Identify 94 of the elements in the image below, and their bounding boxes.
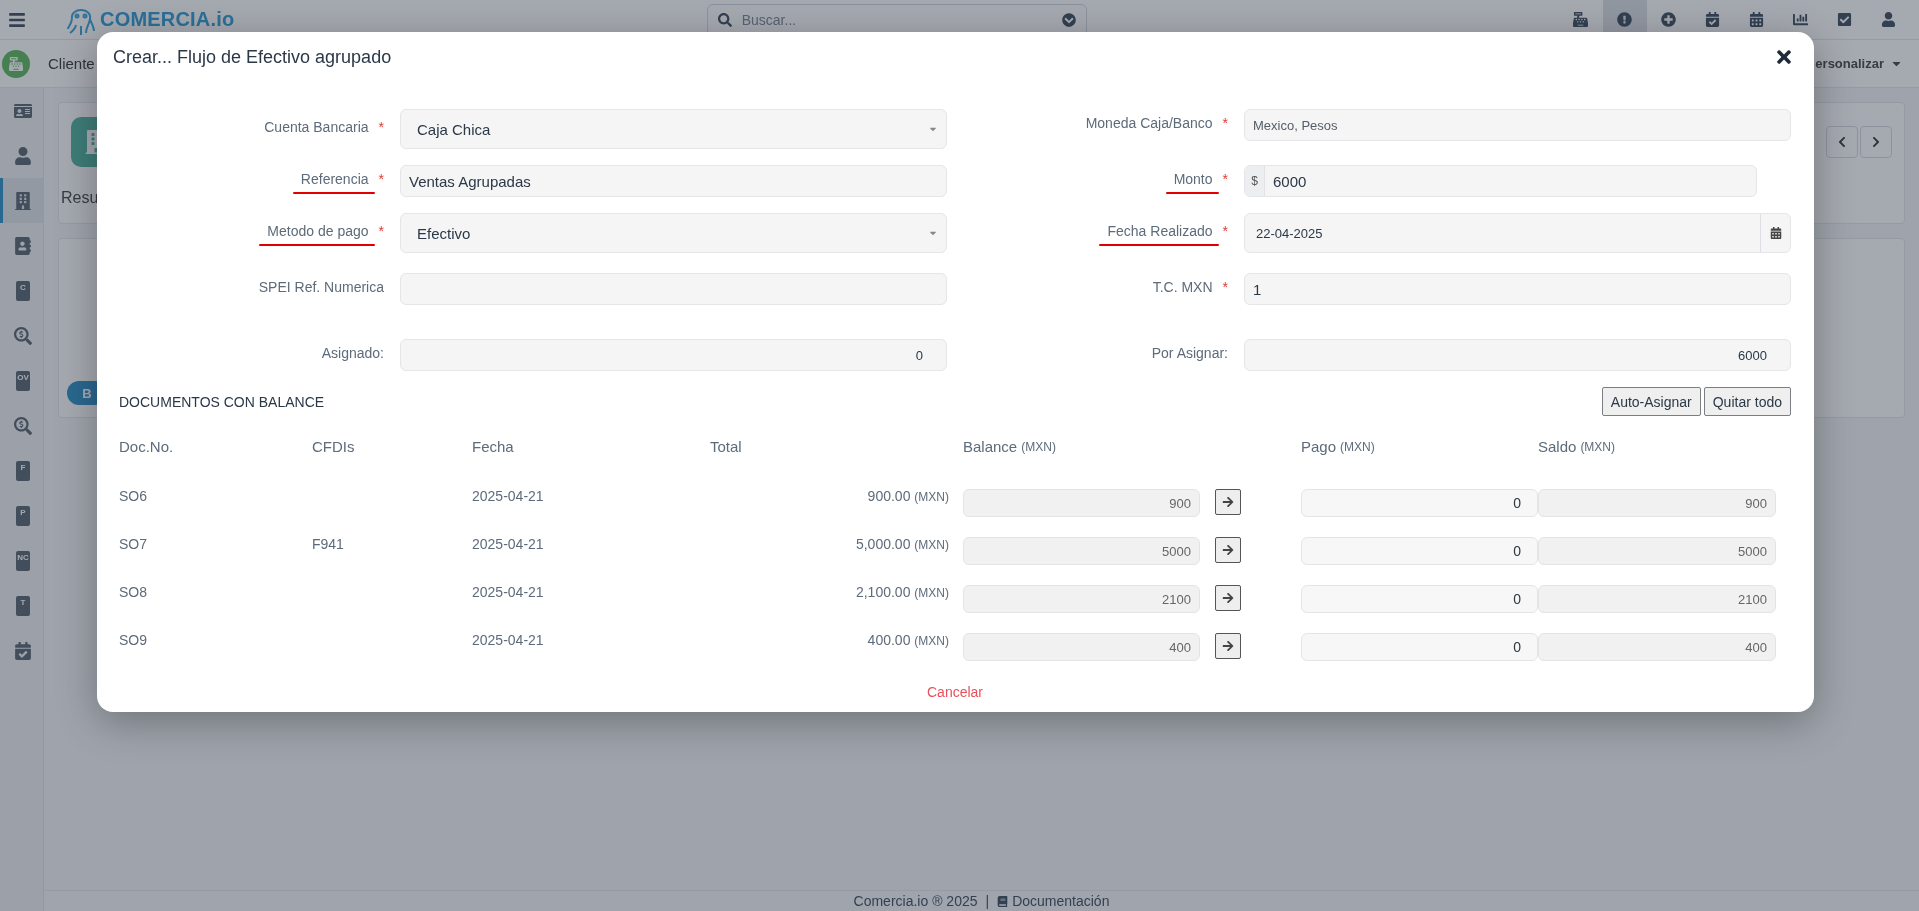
balance-field[interactable]: 900: [1538, 489, 1776, 517]
field-label: Por Asignar:: [1151, 345, 1228, 361]
cancel-link[interactable]: Cancelar: [927, 684, 983, 700]
sidebar-item[interactable]: P: [0, 493, 43, 538]
column-header: CFDIs: [312, 438, 356, 457]
chevron-right-icon: [1870, 136, 1882, 148]
menu-icon[interactable]: [8, 10, 26, 29]
book-icon: [997, 895, 1009, 907]
input-field[interactable]: 0: [400, 339, 947, 371]
field-label: Metodo de pago: [267, 223, 369, 239]
required-asterisk: *: [1222, 171, 1228, 187]
input-field[interactable]: [400, 273, 947, 305]
table-cell-text: SO7: [119, 535, 148, 554]
field-label: Asignado:: [321, 345, 384, 361]
chevron-down-icon[interactable]: [1061, 12, 1076, 27]
documentation-link[interactable]: Documentación: [997, 893, 1110, 909]
date-field[interactable]: 22-04-2025: [1244, 213, 1791, 253]
arrow-right-icon: [1222, 496, 1234, 508]
input-field[interactable]: Ventas Agrupadas: [400, 165, 947, 197]
table-cell-text: 5,000.00 (MXN): [855, 535, 949, 554]
table-cell-text: 2,100.00 (MXN): [855, 583, 949, 602]
sidebar-item[interactable]: OV: [0, 358, 43, 403]
table-cell-text: F941: [312, 535, 345, 554]
payment-field[interactable]: 0: [1301, 537, 1538, 565]
search-icon: [717, 12, 732, 27]
balance-field[interactable]: 2100: [963, 585, 1200, 613]
field-label: Cuenta Bancaria: [264, 119, 369, 135]
balance-field[interactable]: 5000: [963, 537, 1200, 565]
action-button[interactable]: Auto-Asignar: [1601, 387, 1701, 416]
table-cell-text: 400.00 (MXN): [867, 631, 949, 650]
modal-title: Crear... Flujo de Efectivo agrupado: [113, 46, 392, 68]
tab[interactable]: Resu: [61, 183, 99, 223]
column-header: Pago (MXN): [1300, 438, 1376, 457]
payment-field[interactable]: 0: [1301, 489, 1538, 517]
table-cell-text: 2025-04-21: [472, 631, 545, 650]
arrow-right-button[interactable]: [1215, 633, 1241, 659]
select-field[interactable]: Efectivo: [400, 213, 947, 253]
payment-field[interactable]: 0: [1301, 633, 1538, 661]
currency-prefix: $: [1245, 166, 1265, 196]
column-header: Total: [710, 438, 743, 457]
section-title: DOCUMENTOS CON BALANCE: [119, 393, 325, 410]
building-icon[interactable]: [0, 178, 43, 223]
payment-field[interactable]: 0: [1301, 585, 1538, 613]
action-button[interactable]: Quitar todo: [1703, 387, 1791, 416]
table-cell-text: 2025-04-21: [472, 535, 545, 554]
column-header: Doc.No.: [119, 438, 175, 457]
sidebar-item[interactable]: T: [0, 583, 43, 628]
arrow-right-button[interactable]: [1215, 537, 1241, 563]
previous-button[interactable]: [1826, 126, 1858, 158]
table-cell-text: 2025-04-21: [472, 487, 545, 506]
column-header: Balance (MXN): [962, 438, 1057, 457]
field-label: T.C. MXN: [1152, 279, 1213, 295]
chevron-left-icon: [1836, 136, 1848, 148]
arrow-right-icon: [1222, 544, 1234, 556]
balance-field[interactable]: 5000: [1538, 537, 1776, 565]
separator-text: |: [985, 893, 990, 909]
input-field[interactable]: 6000: [1244, 339, 1791, 371]
arrow-right-button[interactable]: [1215, 585, 1241, 611]
required-asterisk: *: [1222, 279, 1228, 295]
column-header: Saldo (MXN): [1538, 438, 1617, 457]
arrow-right-icon: [1222, 640, 1234, 652]
sidebar-item[interactable]: C: [0, 268, 43, 313]
select-field[interactable]: Caja Chica: [400, 109, 947, 149]
field-label: SPEI Ref. Numerica: [258, 279, 384, 295]
arrow-right-button[interactable]: [1215, 489, 1241, 515]
breadcrumb-title: Cliente: [48, 55, 95, 72]
input-field[interactable]: Mexico, Pesos: [1244, 109, 1791, 141]
balance-field[interactable]: 2100: [1538, 585, 1776, 613]
arrow-right-icon: [1222, 592, 1234, 604]
table-cell-text: SO8: [119, 583, 148, 602]
balance-field[interactable]: 400: [963, 633, 1200, 661]
required-asterisk: *: [378, 171, 384, 187]
logo-text: COMERCIA.io: [100, 8, 235, 31]
required-asterisk: *: [1222, 223, 1228, 239]
sidebar-item[interactable]: F: [0, 448, 43, 493]
required-asterisk: *: [1222, 115, 1228, 131]
input-field[interactable]: 1: [1244, 273, 1791, 305]
field-label: Fecha Realizado: [1107, 223, 1213, 239]
table-cell-text: SO9: [119, 631, 148, 650]
required-asterisk: *: [378, 119, 384, 135]
field-label: Moneda Caja/Banco: [1085, 115, 1213, 131]
copyright-text: Comercia.io ® 2025: [853, 893, 978, 909]
column-header: Fecha: [472, 438, 515, 457]
required-asterisk: *: [378, 223, 384, 239]
balance-field[interactable]: 900: [963, 489, 1200, 517]
field-label: Referencia: [300, 171, 369, 187]
table-cell-text: 900.00 (MXN): [867, 487, 949, 506]
table-cell-text: SO6: [119, 487, 148, 506]
sidebar-item[interactable]: NC: [0, 538, 43, 583]
balance-field[interactable]: 400: [1538, 633, 1776, 661]
next-button[interactable]: [1860, 126, 1892, 158]
input-field[interactable]: $ 6000: [1244, 165, 1757, 197]
table-cell-text: 2025-04-21: [472, 583, 545, 602]
field-label: Monto: [1173, 171, 1213, 187]
